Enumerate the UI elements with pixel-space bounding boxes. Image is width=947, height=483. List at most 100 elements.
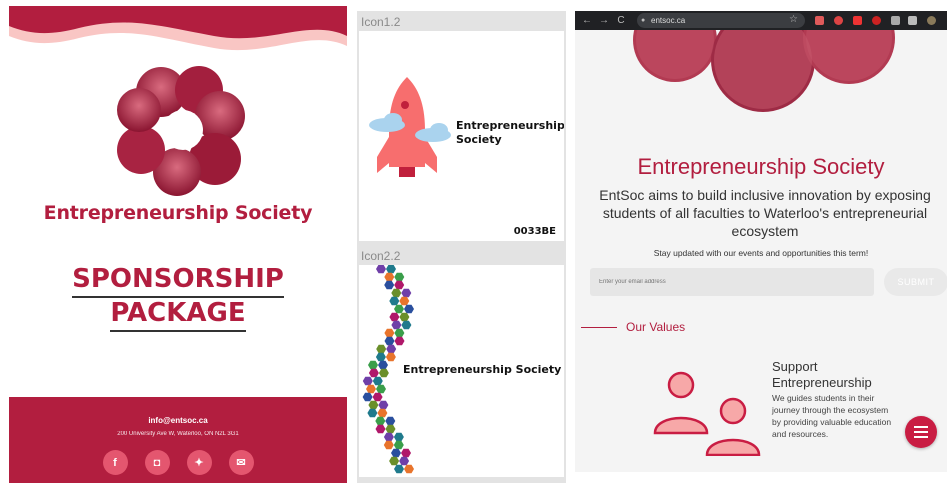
hexagon-shape	[362, 376, 373, 386]
hexagon-shape	[394, 280, 405, 290]
contact-email[interactable]: info@entsoc.ca	[9, 416, 347, 425]
social-links: f ◘ ✦ ✉	[9, 450, 347, 475]
value-description: We guides students in their journey thro…	[772, 393, 892, 439]
icon1-text-line-2: Society	[456, 133, 502, 146]
people-icon	[653, 371, 761, 456]
hexagon-shape	[375, 352, 386, 362]
hexagon-shape	[378, 360, 388, 370]
hexagon-shape	[385, 352, 396, 362]
icon-artboards: Icon1.2 Entrepreneurship Society 0033BE …	[357, 11, 566, 483]
artboard-label-2: Icon2.2	[361, 249, 401, 263]
hexagon-shape	[384, 328, 395, 338]
section-divider	[581, 327, 617, 328]
hexagon-shape	[368, 368, 379, 378]
sponsorship-package-cover: Entrepreneurship Society SPONSORSHIP PAC…	[9, 6, 347, 483]
hexagon-shape	[366, 384, 376, 394]
hexagon-shape	[368, 400, 379, 410]
extension-icon[interactable]	[853, 16, 862, 25]
facebook-icon[interactable]: f	[102, 450, 128, 475]
submit-button[interactable]: SUBMIT	[884, 268, 947, 296]
icon1-text-line-1: Entrepreneurship	[456, 119, 564, 132]
instagram-icon[interactable]: ◘	[144, 450, 170, 475]
hexagon-shape	[372, 392, 383, 402]
hexagon-shape	[376, 384, 386, 394]
hexagon-shape	[368, 360, 378, 370]
address-bar[interactable]: ● entsoc.ca	[637, 13, 805, 28]
menu-fab-button[interactable]	[905, 416, 937, 448]
hexagon-shape	[367, 408, 378, 418]
value-title: Support Entrepreneurship	[772, 359, 872, 390]
hexagon-shape	[386, 265, 396, 274]
hexagon-shape	[375, 424, 386, 434]
extensions-puzzle-icon[interactable]	[908, 16, 917, 25]
icon2-text: Entrepreneurship Society	[403, 363, 562, 376]
hexagon-shape	[394, 464, 404, 474]
extension-icon[interactable]	[891, 16, 900, 25]
hexagon-shape	[376, 265, 386, 274]
header-wave	[9, 6, 347, 66]
profile-avatar[interactable]	[927, 16, 936, 25]
site-title: Entrepreneurship Society	[637, 154, 885, 179]
hexagon-shape	[383, 432, 394, 442]
values-heading: Our Values	[626, 320, 686, 334]
hexagon-shape	[394, 336, 405, 346]
hexagon-shape	[394, 328, 405, 338]
title-line-2: PACKAGE	[9, 298, 347, 332]
hexagon-shape	[401, 288, 412, 298]
hexagon-shape	[385, 416, 396, 426]
hexagon-shape	[393, 440, 404, 450]
hexagon-shape	[404, 304, 414, 314]
org-name: Entrepreneurship Society	[43, 202, 313, 224]
hexagon-shape	[391, 448, 401, 458]
mail-icon[interactable]: ✉	[228, 450, 254, 475]
extension-icon[interactable]	[834, 16, 843, 25]
hexagon-shape	[384, 272, 395, 282]
email-input[interactable]	[590, 268, 874, 296]
hexagon-shape	[375, 416, 386, 426]
bookmark-star-icon[interactable]: ☆	[789, 14, 798, 25]
hexagon-shape	[399, 312, 410, 322]
screenshot-collage: Entrepreneurship Society SPONSORSHIP PAC…	[0, 0, 947, 483]
back-icon[interactable]: ←	[582, 15, 592, 26]
hexagon-shape	[386, 344, 397, 354]
title-line-1: SPONSORSHIP	[9, 264, 347, 298]
twitter-icon[interactable]: ✦	[186, 450, 212, 475]
hexagon-shape	[394, 272, 405, 282]
hexagon-shape	[389, 312, 400, 322]
hexagon-shape	[384, 280, 395, 290]
hexagon-shape	[376, 344, 387, 354]
photo-collage	[117, 66, 245, 196]
hexagon-shape	[404, 464, 414, 474]
forward-icon[interactable]: →	[599, 15, 609, 26]
extension-icon[interactable]	[815, 16, 824, 25]
hexagon-shape	[372, 376, 383, 386]
hexagon-shape	[391, 288, 402, 298]
browser-window: ← → C ● entsoc.ca ☆ Entrepreneurship Soc	[575, 11, 947, 472]
hexagon-shape	[391, 320, 402, 330]
hexagon-shape	[378, 400, 389, 410]
extension-icon[interactable]	[872, 16, 881, 25]
hexagon-shape	[377, 408, 388, 418]
artboard-icon-2: Entrepreneurship Society	[359, 265, 564, 477]
hexagon-shape	[378, 368, 389, 378]
hexagon-shape	[393, 432, 404, 442]
newsletter-prompt: Stay updated with our events and opportu…	[653, 248, 869, 258]
artboard-icon-1: Entrepreneurship Society 0033BE	[359, 31, 564, 241]
reload-icon[interactable]: C	[616, 15, 626, 26]
hexagon-shape	[399, 296, 410, 306]
hexagon-shape	[389, 296, 400, 306]
hexagon-shape	[389, 456, 400, 466]
hexagon-shape	[385, 424, 396, 434]
hexagon-shape	[399, 456, 410, 466]
color-code: 0033BE	[513, 226, 556, 237]
browser-toolbar: ← → C ● entsoc.ca ☆	[575, 11, 947, 30]
hexagon-shape	[401, 320, 412, 330]
rocket-icon	[369, 77, 451, 177]
hero-photo-circles	[633, 30, 895, 112]
site-tagline: EntSoc aims to build inclusive innovatio…	[599, 187, 931, 239]
hexagon-shape	[362, 392, 373, 402]
hamburger-menu-icon	[914, 426, 928, 438]
contact-address: 200 University Ave W, Waterloo, ON N2L 3…	[117, 431, 239, 437]
artboard-label-1: Icon1.2	[361, 15, 401, 29]
lock-icon: ●	[641, 17, 646, 24]
